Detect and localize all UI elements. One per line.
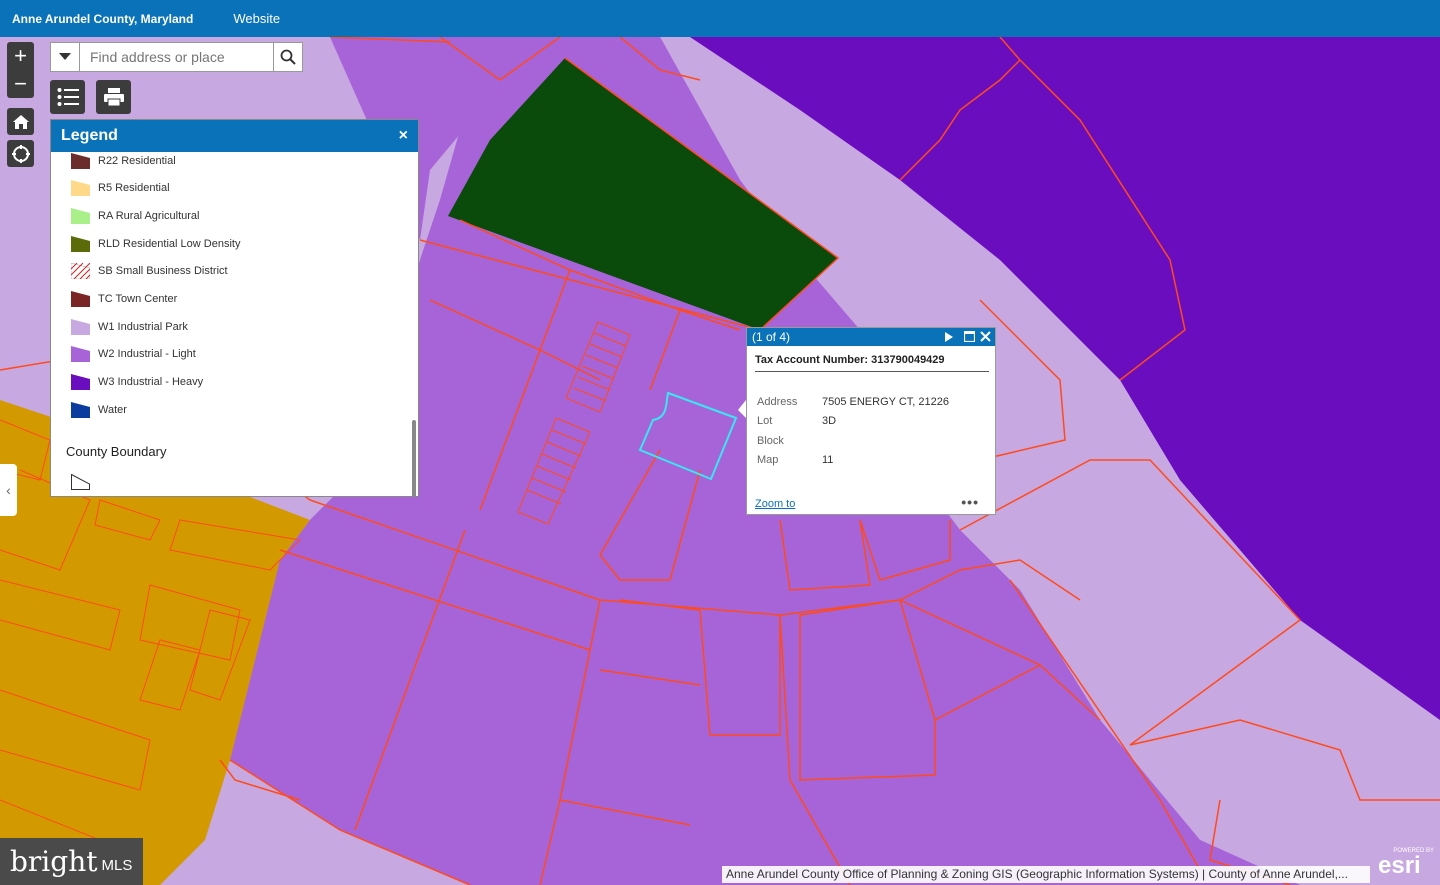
legend-item: W2 Industrial - Light: [71, 346, 196, 362]
legend-item-label: W2 Industrial - Light: [98, 348, 196, 360]
field-key: Block: [757, 434, 784, 447]
legend-item-label: RLD Residential Low Density: [98, 238, 241, 250]
list-icon: [57, 88, 79, 106]
popup-counter: (1 of 4): [752, 330, 791, 344]
legend-item: R5 Residential: [71, 180, 170, 196]
swatch-icon: [71, 402, 90, 418]
legend-item: SB Small Business District: [71, 263, 228, 279]
popup-row: Lot 3D: [757, 412, 995, 432]
search-widget: [50, 42, 303, 72]
legend-item-label: R5 Residential: [98, 182, 170, 194]
field-key: Map: [757, 454, 779, 467]
search-icon: [280, 49, 296, 65]
swatch-icon: [71, 319, 90, 335]
plus-icon: +: [14, 43, 27, 68]
legend-item-label: W1 Industrial Park: [98, 321, 188, 333]
search-source-dropdown[interactable]: [51, 43, 80, 71]
chevron-down-icon: [59, 53, 71, 60]
home-button[interactable]: [7, 108, 34, 135]
print-icon: [103, 88, 124, 107]
legend-button[interactable]: [50, 80, 85, 114]
legend-scrollbar[interactable]: [412, 420, 416, 496]
header-bar: Anne Arundel County, Maryland Website: [0, 0, 1440, 37]
legend-item-label: R22 Residential: [98, 155, 176, 167]
bright-mls-logo: bright MLS: [0, 838, 143, 885]
next-icon[interactable]: [945, 332, 953, 342]
swatch-icon: [71, 180, 90, 196]
legend-item-label: Water: [98, 404, 127, 416]
search-button[interactable]: [273, 43, 302, 71]
zoom-control: + −: [7, 42, 34, 98]
legend-item: RLD Residential Low Density: [71, 236, 240, 252]
legend-item-label: W3 Industrial - Heavy: [98, 376, 204, 388]
legend-body[interactable]: R22 Residential R5 Residential RA Rural …: [51, 152, 418, 496]
website-link[interactable]: Website: [233, 11, 280, 26]
popup-header: (1 of 4): [747, 328, 995, 346]
field-key: Address: [757, 395, 798, 408]
map-attribution: Anne Arundel County Office of Planning &…: [722, 866, 1370, 883]
esri-logo: POWERED BY esri: [1378, 848, 1438, 884]
print-button[interactable]: [96, 80, 131, 114]
zoom-to-link[interactable]: Zoom to: [755, 498, 795, 510]
field-key: Lot: [757, 415, 773, 428]
swatch-icon: [71, 291, 90, 307]
zoom-in-button[interactable]: +: [7, 42, 34, 70]
swatch-icon: [71, 236, 90, 252]
chevron-left-icon: ‹: [6, 482, 11, 498]
locate-button[interactable]: [7, 140, 34, 167]
popup-row: Map 11: [757, 451, 995, 471]
swatch-icon: [71, 153, 90, 169]
expand-panel-tab[interactable]: ‹: [0, 464, 17, 516]
legend-item-label: TC Town Center: [98, 293, 178, 305]
legend-header: Legend ×: [51, 120, 418, 152]
legend-item: W3 Industrial - Heavy: [71, 374, 203, 390]
field-value: 11: [822, 454, 834, 467]
esri-wordmark: esri: [1378, 852, 1421, 879]
legend-item-label: SB Small Business District: [98, 265, 228, 277]
mls-wordmark: MLS: [101, 857, 133, 874]
maximize-icon[interactable]: [964, 331, 975, 342]
legend-item: TC Town Center: [71, 291, 177, 307]
close-icon[interactable]: [980, 331, 991, 342]
popup-row: Block: [757, 431, 995, 451]
swatch-icon: [71, 346, 90, 362]
legend-item: R22 Residential: [71, 153, 176, 169]
popup-row: Address 7505 ENERGY CT, 21226: [757, 392, 995, 412]
hatch-swatch-icon: [71, 263, 90, 279]
zoom-out-button[interactable]: −: [7, 70, 34, 98]
legend-title: Legend: [61, 127, 118, 144]
search-input[interactable]: [80, 43, 273, 71]
app-title: Anne Arundel County, Maryland: [12, 11, 194, 26]
home-icon: [12, 114, 29, 129]
bright-wordmark: bright: [10, 845, 98, 878]
legend-item: W1 Industrial Park: [71, 319, 188, 335]
minus-icon: −: [14, 71, 27, 96]
field-value: 3D: [822, 415, 837, 428]
swatch-icon: [71, 374, 90, 390]
field-value: 7505 ENERGY CT, 21226: [822, 395, 949, 408]
legend-item: RA Rural Agricultural: [71, 208, 200, 224]
boundary-swatch-icon: [71, 473, 90, 490]
boundary-swatch: [71, 473, 90, 495]
close-icon[interactable]: ×: [399, 127, 408, 145]
popup-title: Tax Account Number: 313790049429: [755, 354, 989, 372]
swatch-icon: [71, 208, 90, 224]
legend-panel: Legend × R22 Residential R5 Residential …: [50, 119, 419, 497]
legend-section-title: County Boundary: [66, 444, 167, 459]
locate-icon: [11, 144, 30, 163]
legend-item-label: RA Rural Agricultural: [98, 210, 200, 222]
more-options-icon[interactable]: •••: [961, 494, 979, 510]
feature-popup: (1 of 4) Tax Account Number: 31379004942…: [746, 327, 996, 515]
legend-item: Water: [71, 402, 127, 418]
